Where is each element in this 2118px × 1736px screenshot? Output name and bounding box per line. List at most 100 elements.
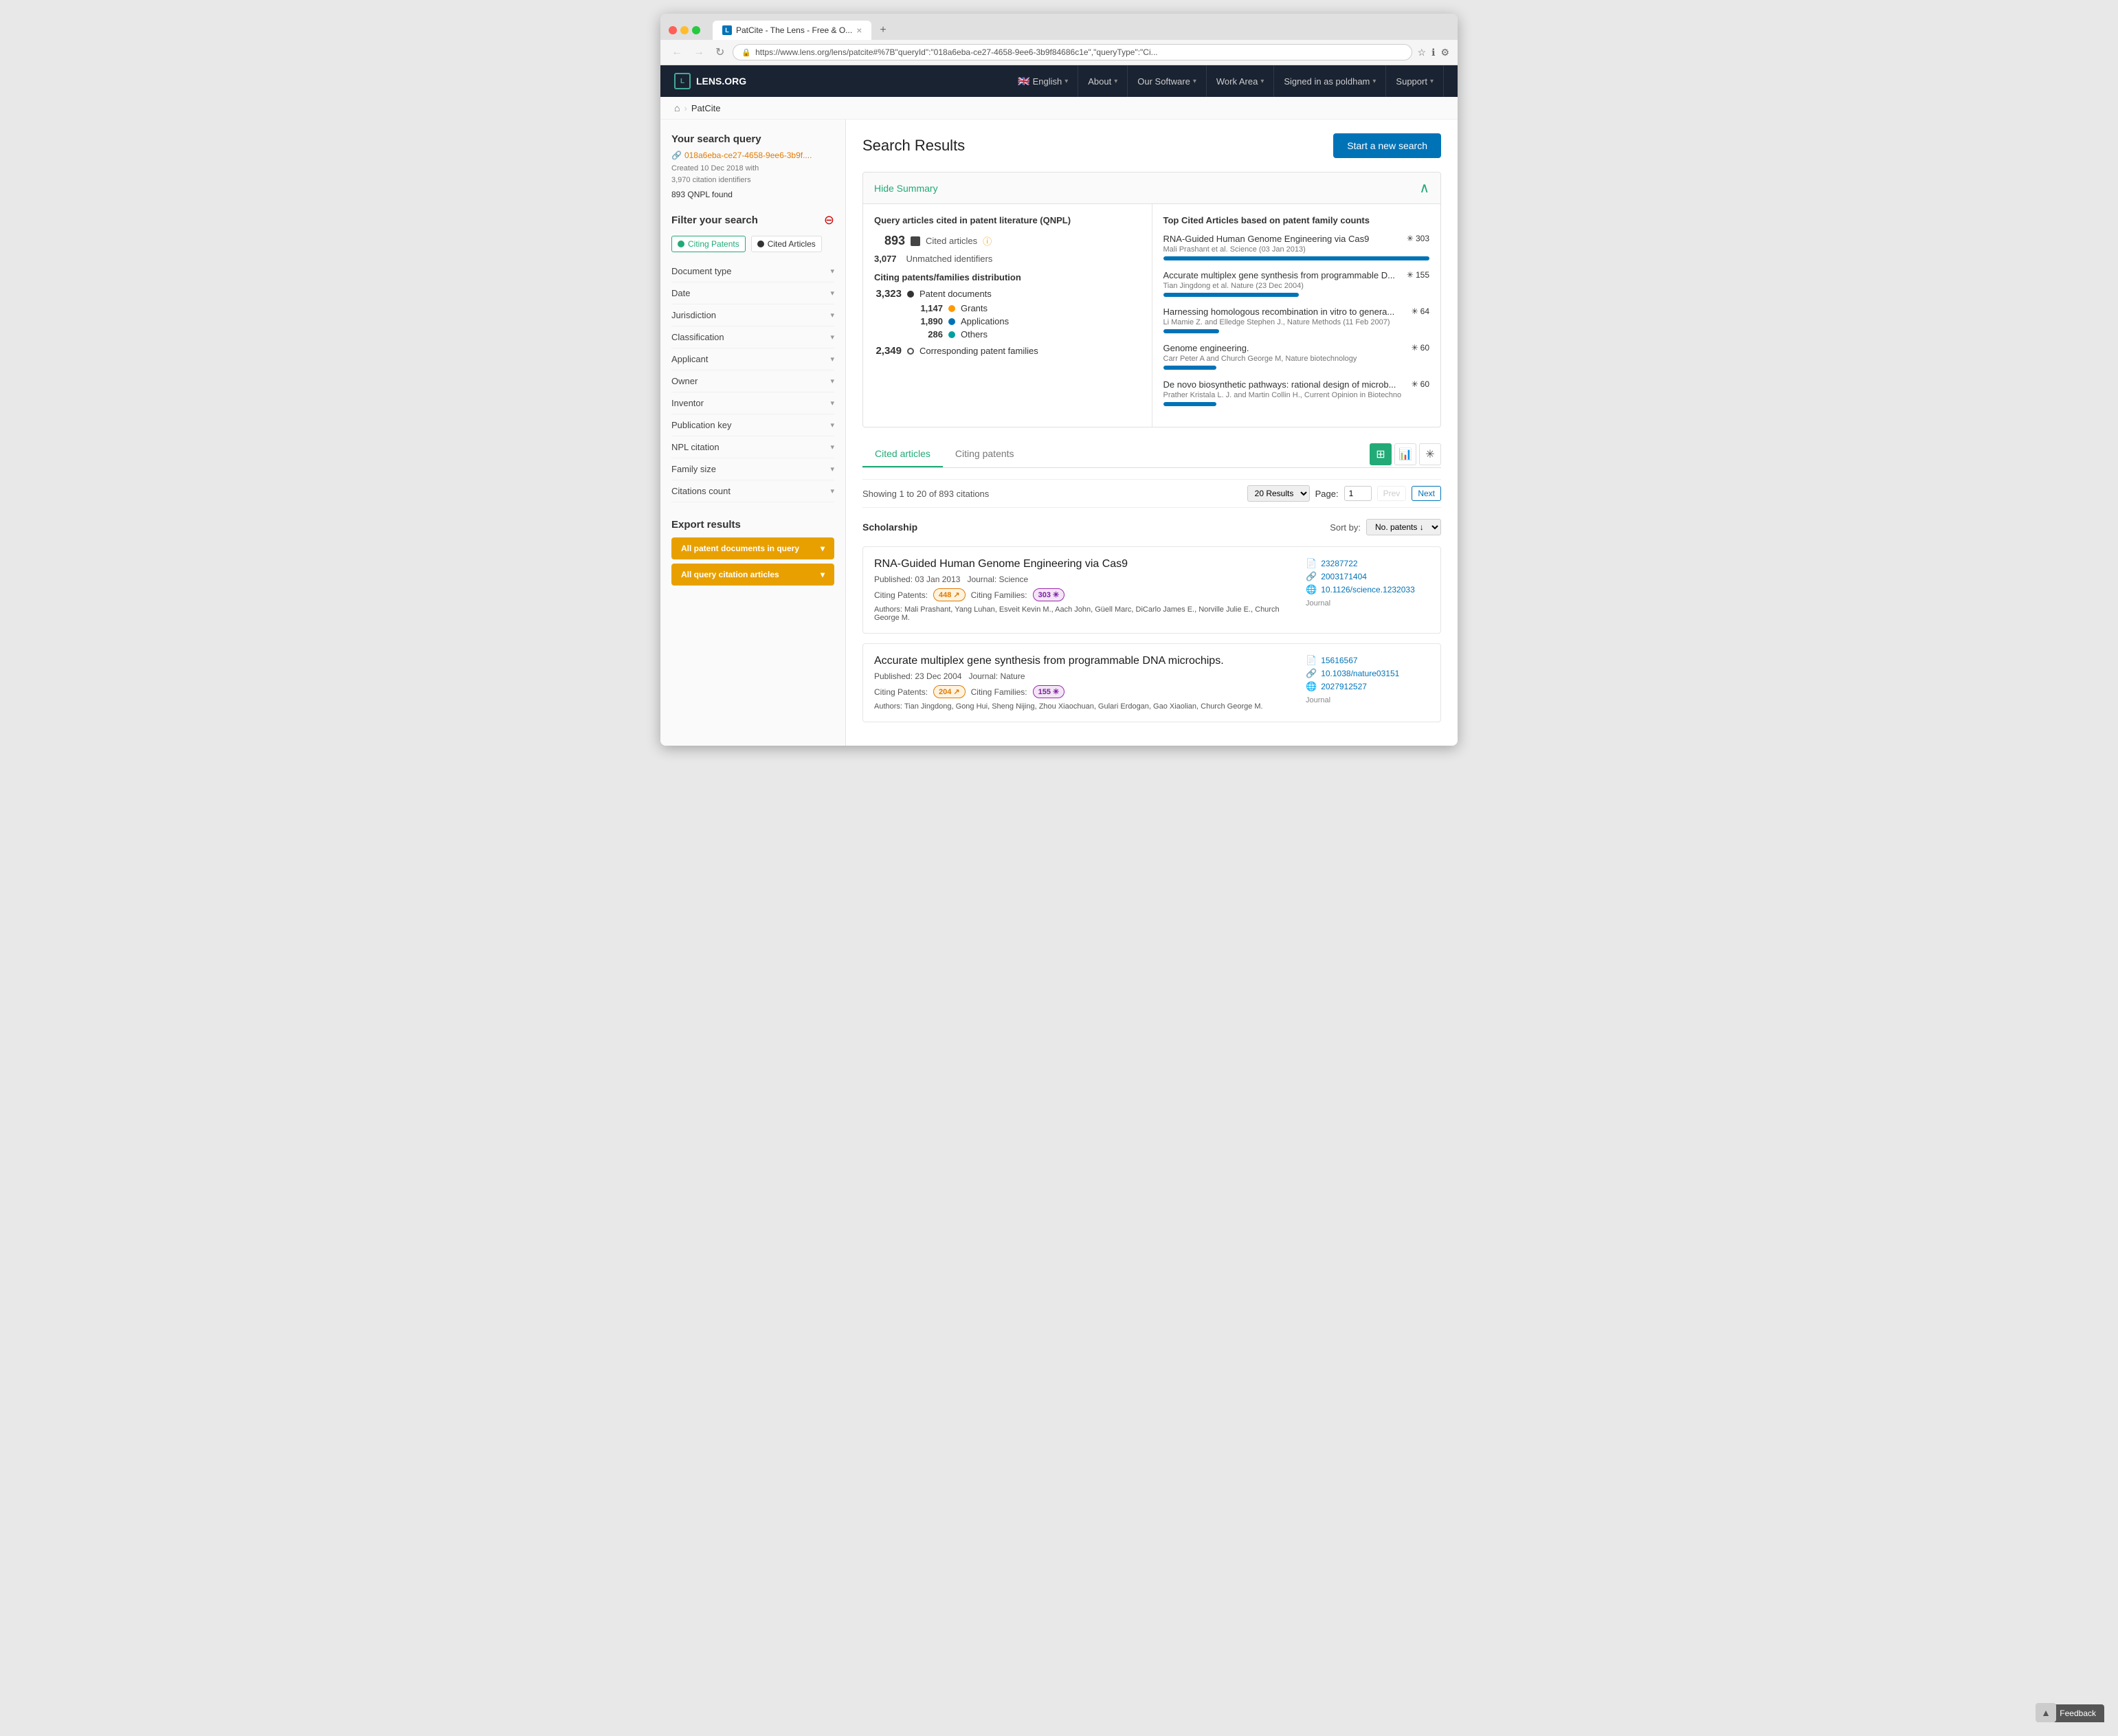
breadcrumb-home-icon[interactable]: ⌂ (674, 102, 680, 113)
results-per-page-select[interactable]: 20 Results (1247, 485, 1310, 502)
nav-item-about[interactable]: About ▾ (1078, 65, 1128, 97)
query-id-link[interactable]: 🔗 018a6eba-ce27-4658-9ee6-3b9f.... (671, 151, 834, 160)
minimize-dot[interactable] (680, 26, 689, 34)
others-dot-icon (948, 331, 955, 338)
nav-logo[interactable]: L LENS.ORG (674, 73, 746, 89)
cited-info-icon[interactable]: ⓘ (983, 234, 992, 247)
forward-button[interactable]: → (691, 45, 707, 60)
tab-close-button[interactable]: × (856, 25, 862, 36)
back-button[interactable]: ← (669, 45, 685, 60)
result-type-1: Journal (1306, 599, 1429, 608)
maximize-dot[interactable] (692, 26, 700, 34)
info-icon[interactable]: ℹ (1431, 47, 1435, 58)
new-tab-button[interactable]: + (880, 24, 886, 36)
filter-reset-button[interactable]: ⊖ (824, 213, 834, 227)
top-cited-item-1: RNA-Guided Human Genome Engineering via … (1163, 234, 1430, 260)
filter-tab-cited-articles[interactable]: Cited Articles (751, 236, 822, 252)
tab-citing-patents[interactable]: Citing patents (943, 441, 1027, 467)
filter-inventor[interactable]: Inventor ▾ (671, 392, 834, 414)
result-id-doi-1[interactable]: 10.1126/science.1232033 (1321, 585, 1415, 594)
settings-icon[interactable]: ⚙ (1440, 47, 1449, 58)
breadcrumb: ⌂ › PatCite (660, 97, 1458, 120)
result-meta-1: Published: 03 Jan 2013 Journal: Science (874, 575, 1292, 584)
grid-view-button[interactable]: ⊞ (1370, 443, 1392, 465)
close-dot[interactable] (669, 26, 677, 34)
page-number-input[interactable] (1344, 486, 1372, 501)
applications-label: Applications (961, 316, 1009, 326)
filter-owner[interactable]: Owner ▾ (671, 370, 834, 392)
query-meta: Created 10 Dec 2018 with 3,970 citation … (671, 163, 834, 186)
sort-select[interactable]: No. patents ↓ (1366, 519, 1441, 535)
software-caret-icon: ▾ (1193, 78, 1196, 85)
result-id-link-2[interactable]: 10.1038/nature03151 (1321, 669, 1399, 678)
top-cited-title-text-1[interactable]: RNA-Guided Human Genome Engineering via … (1163, 234, 1370, 244)
filter-tab-citing-patents[interactable]: Citing Patents (671, 236, 746, 252)
top-cited-title-text-5[interactable]: De novo biosynthetic pathways: rational … (1163, 379, 1396, 390)
family-size-caret-icon: ▾ (830, 465, 834, 474)
nav-item-our-software[interactable]: Our Software ▾ (1128, 65, 1207, 97)
url-text[interactable]: https://www.lens.org/lens/patcite#%7B"qu… (755, 47, 1158, 57)
star-view-button[interactable]: ✳ (1419, 443, 1441, 465)
nav-item-signed-in[interactable]: Signed in as poldham ▾ (1274, 65, 1386, 97)
next-page-button[interactable]: Next (1412, 486, 1441, 501)
browser-tab[interactable]: L PatCite - The Lens - Free & O... × (713, 21, 871, 40)
export-patent-docs-button[interactable]: All patent documents in query ▾ (671, 537, 834, 559)
top-cited-bar-5 (1163, 402, 1217, 406)
filter-family-size[interactable]: Family size ▾ (671, 458, 834, 480)
patent-docs-label: Patent documents (919, 289, 992, 299)
reload-button[interactable]: ↻ (713, 44, 727, 60)
result-id-link-1[interactable]: 2003171404 (1321, 572, 1367, 581)
result-left-1: RNA-Guided Human Genome Engineering via … (874, 558, 1292, 622)
chart-view-button[interactable]: 📊 (1394, 443, 1416, 465)
nav-item-english[interactable]: 🇬🇧 English ▾ (1008, 65, 1078, 97)
grants-dot-icon (948, 305, 955, 312)
grants-stat: 1,147 Grants (915, 303, 1141, 313)
result-id-pmid-2[interactable]: 15616567 (1321, 656, 1357, 665)
citing-families-badge-label-2: Citing Families: (971, 687, 1027, 697)
scroll-top-button[interactable]: ▲ (2036, 1703, 2056, 1722)
collapse-icon[interactable]: ∧ (1419, 179, 1429, 197)
filter-citations-count[interactable]: Citations count ▾ (671, 480, 834, 502)
export-citation-articles-caret-icon: ▾ (821, 570, 825, 579)
top-cited-title-text-4[interactable]: Genome engineering. (1163, 343, 1249, 353)
citing-patents-badge-2[interactable]: 204 ↗ (933, 685, 966, 698)
results-controls: Showing 1 to 20 of 893 citations 20 Resu… (862, 479, 1441, 508)
prev-page-button[interactable]: Prev (1377, 486, 1407, 501)
top-cited-title-text-3[interactable]: Harnessing homologous recombination in v… (1163, 307, 1395, 317)
citing-patents-badge-1[interactable]: 448 ↗ (933, 588, 966, 601)
result-title-2[interactable]: Accurate multiplex gene synthesis from p… (874, 655, 1292, 667)
result-title-1[interactable]: RNA-Guided Human Genome Engineering via … (874, 558, 1292, 570)
unmatched-count: 3,077 (874, 254, 897, 264)
top-cited-bar-4 (1163, 366, 1217, 370)
result-id-doi-2[interactable]: 2027912527 (1321, 682, 1367, 691)
filter-jurisdiction[interactable]: Jurisdiction ▾ (671, 304, 834, 326)
nav-item-work-area[interactable]: Work Area ▾ (1207, 65, 1274, 97)
top-cited-item-2: Accurate multiplex gene synthesis from p… (1163, 270, 1430, 297)
export-citation-articles-button[interactable]: All query citation articles ▾ (671, 564, 834, 586)
result-published-1: 03 Jan 2013 (915, 575, 960, 584)
tabs-tools: ⊞ 📊 ✳ (1370, 443, 1441, 465)
result-id-pmid-1[interactable]: 23287722 (1321, 559, 1357, 568)
feedback-label: Feedback (2060, 1709, 2096, 1718)
start-new-search-button[interactable]: Start a new search (1333, 133, 1441, 158)
citing-families-badge-2[interactable]: 155 ✳ (1033, 685, 1065, 698)
tab-cited-articles[interactable]: Cited articles (862, 441, 943, 467)
filter-date[interactable]: Date ▾ (671, 282, 834, 304)
bookmark-icon[interactable]: ☆ (1418, 47, 1427, 58)
filter-classification[interactable]: Classification ▾ (671, 326, 834, 348)
inventor-caret-icon: ▾ (830, 399, 834, 408)
top-cited-title-text-2[interactable]: Accurate multiplex gene synthesis from p… (1163, 270, 1395, 280)
hide-summary-link[interactable]: Hide Summary (874, 183, 938, 194)
url-bar[interactable]: 🔒 https://www.lens.org/lens/patcite#%7B"… (733, 44, 1412, 60)
filter-applicant[interactable]: Applicant ▾ (671, 348, 834, 370)
summary-left-title: Query articles cited in patent literatur… (874, 215, 1141, 225)
filter-header: Filter your search ⊖ (671, 213, 834, 227)
filter-npl-citation[interactable]: NPL citation ▾ (671, 436, 834, 458)
result-id-link-icon-1: 🔗 (1306, 571, 1317, 582)
summary-right: Top Cited Articles based on patent famil… (1152, 204, 1441, 427)
filter-publication-key[interactable]: Publication key ▾ (671, 414, 834, 436)
nav-item-support[interactable]: Support ▾ (1386, 65, 1444, 97)
citing-families-badge-1[interactable]: 303 ✳ (1033, 588, 1065, 601)
browser-toolbar: ← → ↻ 🔒 https://www.lens.org/lens/patcit… (660, 40, 1458, 65)
filter-document-type[interactable]: Document type ▾ (671, 260, 834, 282)
